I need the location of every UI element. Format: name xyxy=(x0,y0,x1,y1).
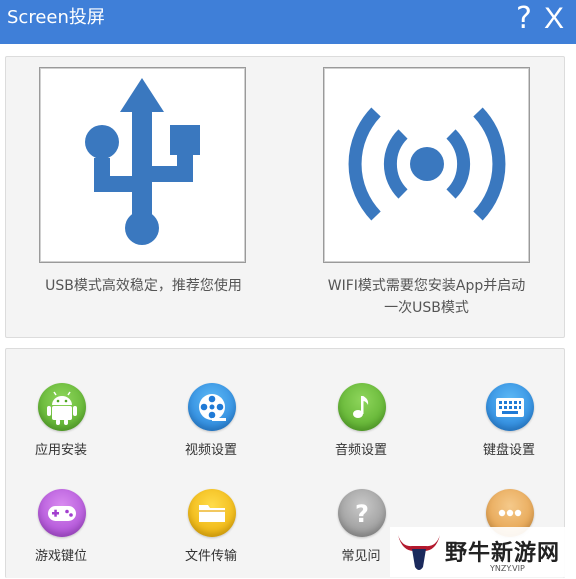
question-icon: ? xyxy=(338,489,386,537)
watermark-text: 野牛新游网 xyxy=(445,541,561,566)
music-note-icon xyxy=(338,383,386,431)
tool-label: 文件传输 xyxy=(184,549,237,564)
usb-icon xyxy=(85,78,200,245)
window-title: Screen投屏 xyxy=(7,7,105,28)
film-reel-icon xyxy=(188,383,236,431)
title-bar: Screen投屏 ? X xyxy=(0,0,576,44)
wifi-description-line1: WIFI模式需要您安装App并启动 xyxy=(327,278,526,294)
bull-logo-icon xyxy=(398,535,440,570)
site-watermark: 野牛新游网 YNZY.VIP xyxy=(390,527,576,577)
tool-label: 游戏键位 xyxy=(34,549,87,564)
tool-label: 键盘设置 xyxy=(482,443,535,458)
help-button[interactable]: ? xyxy=(516,2,532,36)
close-button[interactable]: X xyxy=(544,2,564,36)
tool-label: 音频设置 xyxy=(334,443,387,458)
gamepad-icon xyxy=(38,489,86,537)
game-keys-tool[interactable]: 游戏键位 xyxy=(6,489,116,579)
keyboard-icon xyxy=(486,383,534,431)
wifi-signal-icon xyxy=(348,107,506,221)
tool-label: 应用安装 xyxy=(34,443,87,458)
usb-mode-button[interactable] xyxy=(39,67,246,263)
watermark-subtext: YNZY.VIP xyxy=(490,564,525,573)
mode-panel: USB模式高效稳定，推荐您使用 WIFI模式需要您安装App并启动 一次USB模… xyxy=(5,56,565,338)
android-icon xyxy=(38,383,86,431)
tool-label: 视频设置 xyxy=(184,443,237,458)
wifi-mode-button[interactable] xyxy=(323,67,530,263)
svg-text:?: ? xyxy=(355,500,369,528)
audio-settings-tool[interactable]: 音频设置 xyxy=(306,383,416,473)
wifi-mode-description: WIFI模式需要您安装App并启动 一次USB模式 xyxy=(304,275,549,319)
video-settings-tool[interactable]: 视频设置 xyxy=(156,383,266,473)
app-install-tool[interactable]: 应用安装 xyxy=(6,383,116,473)
file-transfer-tool[interactable]: 文件传输 xyxy=(156,489,266,579)
wifi-description-line2: 一次USB模式 xyxy=(384,300,469,316)
folder-icon xyxy=(188,489,236,537)
usb-mode-description: USB模式高效稳定，推荐您使用 xyxy=(45,278,242,294)
keyboard-settings-tool[interactable]: 键盘设置 xyxy=(454,383,564,473)
